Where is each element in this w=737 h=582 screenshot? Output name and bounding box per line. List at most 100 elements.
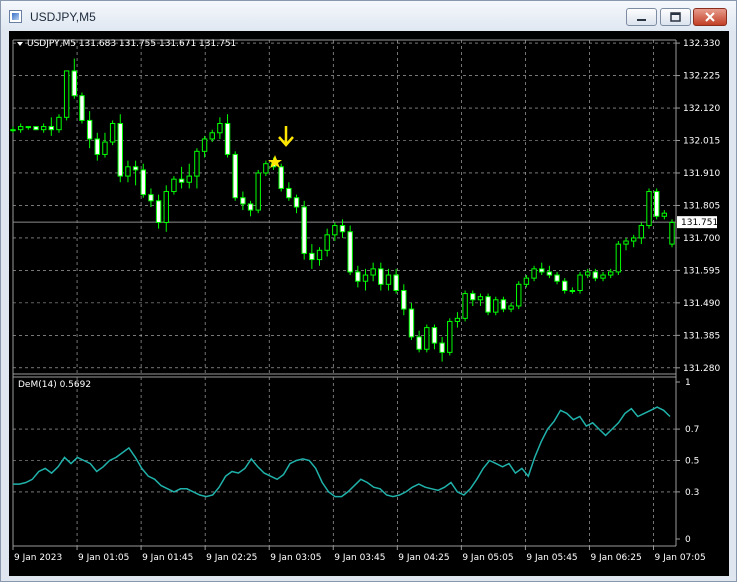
close-button[interactable]: [693, 8, 727, 26]
candle: [125, 160, 131, 183]
title-bar[interactable]: USDJPY,M5: [1, 1, 736, 31]
candle: [485, 293, 491, 316]
indicator-tick-label: 1: [685, 378, 691, 388]
candle: [79, 92, 85, 124]
chart-grid: [13, 40, 676, 546]
candle: [186, 163, 192, 189]
time-tick-label: 9 Jan 05:05: [462, 553, 513, 563]
candle: [201, 135, 208, 158]
close-icon: [705, 12, 715, 22]
candle: [393, 268, 399, 294]
indicator-tick-label: 0.5: [685, 457, 699, 467]
minimize-button[interactable]: [626, 8, 657, 26]
candle: [40, 123, 47, 133]
maximize-icon: [670, 12, 681, 22]
candle: [523, 275, 530, 288]
candle: [148, 188, 154, 207]
candle: [293, 194, 300, 214]
candle: [309, 244, 315, 269]
candle: [416, 330, 422, 353]
price-tick-label: 131.910: [683, 169, 720, 179]
time-axis: 9 Jan 2023 9 Jan 01:05 9 Jan 01:45 9 Jan 02…: [12, 546, 706, 563]
candle: [431, 324, 438, 350]
price-tick-label: 132.120: [683, 104, 720, 114]
candle: [554, 271, 560, 285]
indicator-tick-label: 0.3: [685, 488, 699, 498]
candle: [263, 160, 269, 177]
candle: [539, 262, 545, 276]
time-tick-label: 9 Jan 03:05: [270, 553, 321, 563]
candle: [562, 278, 568, 294]
candle: [508, 302, 514, 313]
candle: [217, 117, 223, 139]
candle: [224, 114, 231, 158]
candle: [447, 318, 453, 356]
candle: [48, 117, 55, 136]
candle: [278, 163, 284, 192]
candle: [516, 281, 522, 310]
candle: [401, 284, 407, 316]
candle: [615, 241, 622, 276]
chart-canvas[interactable]: 132.330 132.225 132.120 132.015 131.910 131.8…: [9, 31, 729, 576]
candle: [577, 271, 583, 294]
candle: [638, 222, 645, 245]
candle: [378, 262, 384, 291]
candle: [470, 290, 476, 306]
candle: [439, 336, 445, 362]
candle: [117, 114, 123, 183]
candle: [140, 163, 146, 198]
indicator-tick-label: 0: [685, 535, 691, 545]
candle: [592, 268, 599, 282]
candle: [25, 126, 32, 130]
candle: [17, 123, 24, 133]
price-tick-label: 131.280: [683, 364, 720, 374]
candle: [661, 210, 668, 220]
candle: [102, 132, 108, 158]
price-tick-label: 131.385: [683, 331, 720, 341]
candle: [316, 247, 323, 266]
price-tick-label: 131.700: [683, 234, 720, 244]
candle: [546, 265, 553, 279]
symbol-header: USDJPY,M5 131.683 131.755 131.671 131.75…: [17, 39, 236, 49]
current-price-label: 131.751: [681, 218, 718, 228]
time-tick-label: 9 Jan 01:05: [78, 553, 129, 563]
candle: [71, 58, 78, 99]
candle: [477, 293, 484, 306]
candle: [109, 120, 116, 146]
candles: [10, 58, 675, 362]
candle: [362, 268, 369, 291]
candle: [155, 194, 162, 229]
indicator-label: DeM(14) 0.5692: [18, 380, 91, 390]
chart-window-icon: [9, 10, 22, 23]
price-tick-label: 132.330: [683, 39, 720, 49]
candle: [370, 262, 376, 282]
candle: [646, 188, 652, 229]
candle: [462, 290, 468, 322]
indicator-axis: 1 0.7 0.5 0.3 0: [676, 378, 699, 545]
candle: [653, 188, 660, 220]
candle: [10, 126, 16, 133]
window-title: USDJPY,M5: [30, 10, 96, 24]
candle: [56, 114, 62, 133]
candle: [347, 225, 353, 276]
collapse-triangle-icon: [17, 42, 23, 46]
candle: [630, 234, 637, 248]
candle: [385, 268, 392, 291]
candle: [408, 302, 415, 340]
time-tick-label: 9 Jan 2023: [14, 553, 62, 563]
chart-area[interactable]: 132.330 132.225 132.120 132.015 131.910 131.8…: [9, 31, 729, 576]
maximize-button[interactable]: [660, 8, 691, 26]
price-axis: 132.330 132.225 132.120 132.015 131.910 131.8…: [676, 39, 720, 374]
candle: [424, 324, 430, 353]
candle: [493, 296, 499, 316]
candle: [355, 265, 361, 288]
arrow-marker-icon: [278, 126, 294, 147]
time-tick-label: 9 Jan 07:05: [655, 553, 706, 563]
candle: [531, 265, 537, 282]
candle: [240, 191, 246, 211]
time-tick-label: 9 Jan 01:45: [142, 553, 193, 563]
candle: [454, 312, 461, 328]
candle: [255, 169, 261, 214]
time-tick-label: 9 Jan 03:45: [334, 553, 385, 563]
candle: [324, 228, 330, 257]
